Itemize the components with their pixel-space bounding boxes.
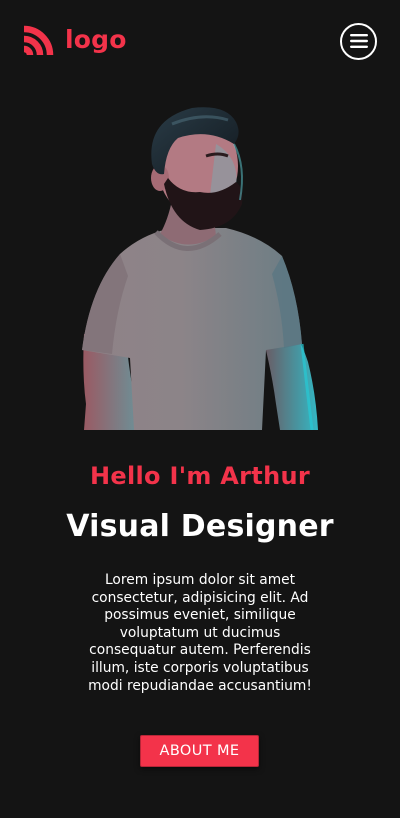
hero-title: Visual Designer [66,509,334,544]
about-me-button[interactable]: ABOUT ME [140,735,259,767]
hero-greeting: Hello I'm Arthur [90,462,310,490]
logo-text: logo [65,25,127,54]
hamburger-menu-icon [349,34,368,48]
site-header: logo [20,20,377,62]
bio-line: voluptatum ut ducimus [119,624,281,641]
landing-page: logo Hello I'm Arthur Visual Designer Lo… [0,0,400,818]
bio-line: consectetur, adipisicing elit. Ad [91,589,309,606]
hamburger-menu-button[interactable] [340,22,377,60]
hero-portrait-image [76,104,320,430]
bio-line: illum, iste corporis voluptatibus [91,659,309,676]
hero-bio: Lorem ipsum dolor sit amet consectetur, … [70,572,330,695]
rss-arcs-icon [20,24,55,59]
bio-line: modi repudiandae accusantium! [88,677,312,694]
bio-line: Lorem ipsum dolor sit amet [104,572,296,588]
logo-link[interactable]: logo [20,24,127,59]
bio-line: consequatur autem. Perferendis [89,642,311,659]
bio-line: possimus eveniet, similique [104,607,296,624]
